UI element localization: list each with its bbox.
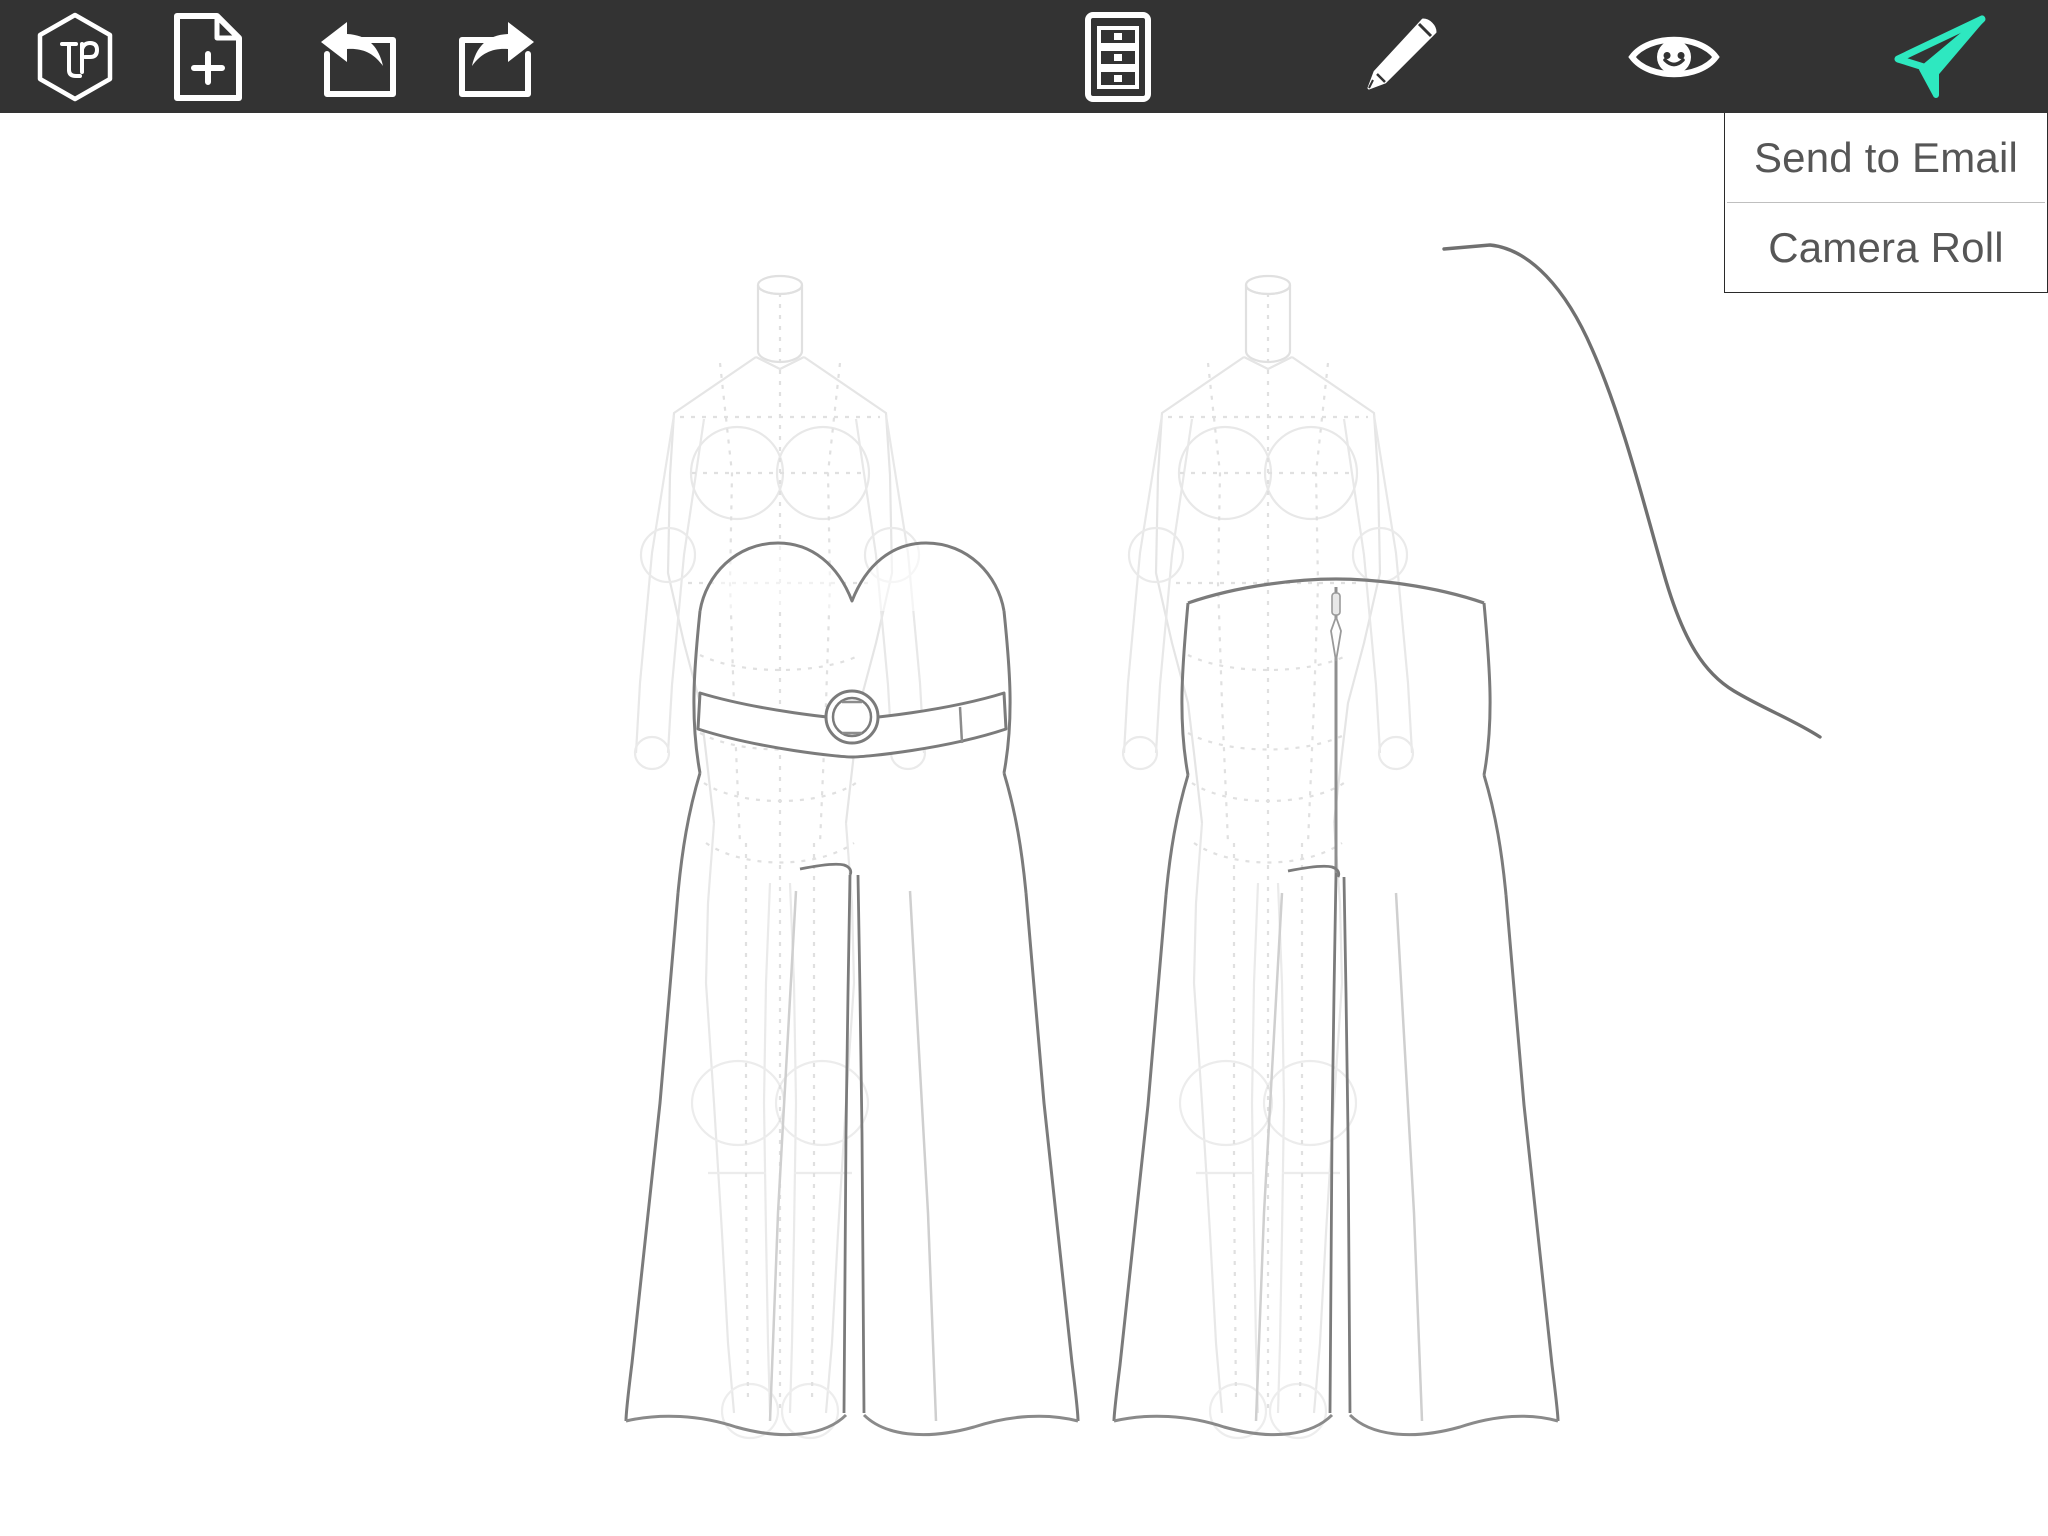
paper-plane-icon (1894, 15, 1986, 98)
share-dropdown-menu: Send to Email Camera Roll (1724, 113, 2048, 293)
draw-button[interactable] (1348, 0, 1448, 113)
pencil-icon (1367, 18, 1437, 89)
share-button[interactable] (1890, 0, 1990, 113)
freehand-sketch-stroke[interactable] (1442, 243, 1822, 739)
document-plus-icon (174, 12, 242, 101)
menu-item-camera-roll[interactable]: Camera Roll (1725, 203, 2047, 292)
redo-arrow-icon (459, 21, 534, 97)
sketch-artwork (624, 243, 1822, 1440)
redo-button[interactable] (445, 0, 545, 113)
top-toolbar (0, 0, 2048, 113)
menu-item-send-to-email[interactable]: Send to Email (1725, 113, 2047, 202)
back-view-figure[interactable] (1112, 274, 1560, 1440)
undo-button[interactable] (310, 0, 410, 113)
front-view-figure[interactable] (624, 274, 1080, 1440)
layers-button[interactable] (1068, 0, 1168, 113)
hexagon-monogram-icon (37, 12, 113, 101)
layers-panel-icon (1085, 11, 1151, 102)
undo-arrow-icon (321, 21, 396, 97)
app-logo[interactable] (25, 0, 125, 113)
preview-button[interactable] (1624, 0, 1724, 113)
new-document-button[interactable] (158, 0, 258, 113)
app-root: Send to Email Camera Roll (0, 0, 2048, 1536)
eye-icon (1628, 36, 1720, 77)
sketch-canvas[interactable] (0, 113, 2048, 1536)
